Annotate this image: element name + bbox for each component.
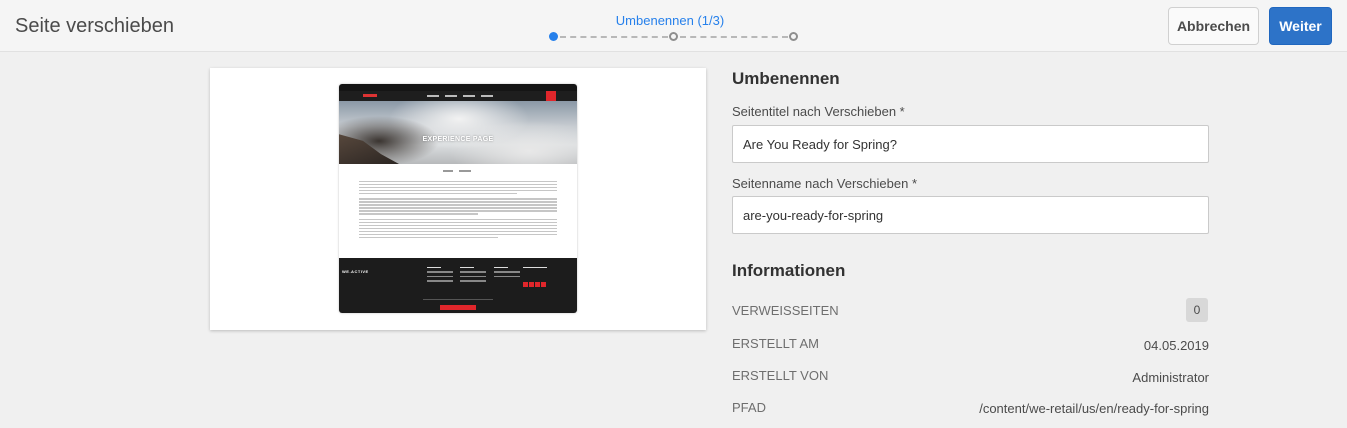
- page-title-input[interactable]: [732, 125, 1209, 163]
- created-by-label: ERSTELLT VON: [732, 368, 829, 383]
- wizard-step-3-indicator: [789, 32, 798, 41]
- created-label: ERSTELLT AM: [732, 336, 819, 351]
- thumbnail-nav-link: [445, 95, 457, 97]
- wizard-step-1-indicator: [549, 32, 558, 41]
- page-name-input[interactable]: [732, 196, 1209, 234]
- wizard-step-label: Umbenennen (1/3): [615, 13, 725, 28]
- thumbnail-footer-divider: [423, 299, 493, 300]
- page-thumbnail: EXPERIENCE PAGE WE.ACTIVE: [339, 84, 577, 313]
- info-heading: Informationen: [732, 261, 846, 280]
- cancel-button[interactable]: Abbrechen: [1168, 7, 1259, 45]
- wizard-connector: [680, 36, 788, 38]
- thumbnail-social-icons: [523, 274, 547, 292]
- next-button[interactable]: Weiter: [1269, 7, 1332, 45]
- references-count-badge[interactable]: 0: [1186, 298, 1208, 322]
- path-value: /content/we-retail/us/en/ready-for-sprin…: [979, 401, 1209, 416]
- thumbnail-footer-button: [440, 305, 476, 310]
- thumbnail-top-bar: [339, 84, 577, 91]
- references-label: VERWEISSEITEN: [732, 303, 839, 318]
- thumbnail-nav-link: [481, 95, 493, 97]
- page-preview-card: EXPERIENCE PAGE WE.ACTIVE: [210, 68, 706, 330]
- thumbnail-breadcrumb: [339, 170, 577, 174]
- thumbnail-footer-brand: WE.ACTIVE: [342, 269, 369, 274]
- wizard-steps: Umbenennen (1/3): [520, 10, 820, 44]
- page-title-label: Seitentitel nach Verschieben *: [732, 104, 905, 119]
- thumbnail-footer-column: [427, 267, 453, 285]
- thumbnail-search-icon: [546, 91, 556, 101]
- path-label: PFAD: [732, 400, 766, 415]
- thumbnail-footer-column: [460, 267, 486, 285]
- created-value: 04.05.2019: [1143, 338, 1209, 353]
- thumbnail-footer-column: [523, 267, 549, 271]
- thumbnail-footer: WE.ACTIVE: [339, 258, 577, 313]
- page-title: Seite verschieben: [15, 15, 174, 37]
- thumbnail-hero-title: EXPERIENCE PAGE: [422, 136, 494, 143]
- wizard-connector: [560, 36, 668, 38]
- thumbnail-nav-link: [463, 95, 475, 97]
- rename-heading: Umbenennen: [732, 69, 840, 88]
- created-by-value: Administrator: [1132, 370, 1209, 385]
- wizard-step-2-indicator: [669, 32, 678, 41]
- page-name-label: Seitenname nach Verschieben *: [732, 176, 918, 191]
- top-bar: Seite verschieben Umbenennen (1/3) Abbre…: [0, 0, 1347, 52]
- thumbnail-footer-column: [494, 267, 520, 280]
- thumbnail-article-text: [359, 181, 557, 240]
- thumbnail-hero-image: EXPERIENCE PAGE: [339, 101, 577, 164]
- thumbnail-logo: [363, 94, 377, 97]
- thumbnail-nav-link: [427, 95, 439, 97]
